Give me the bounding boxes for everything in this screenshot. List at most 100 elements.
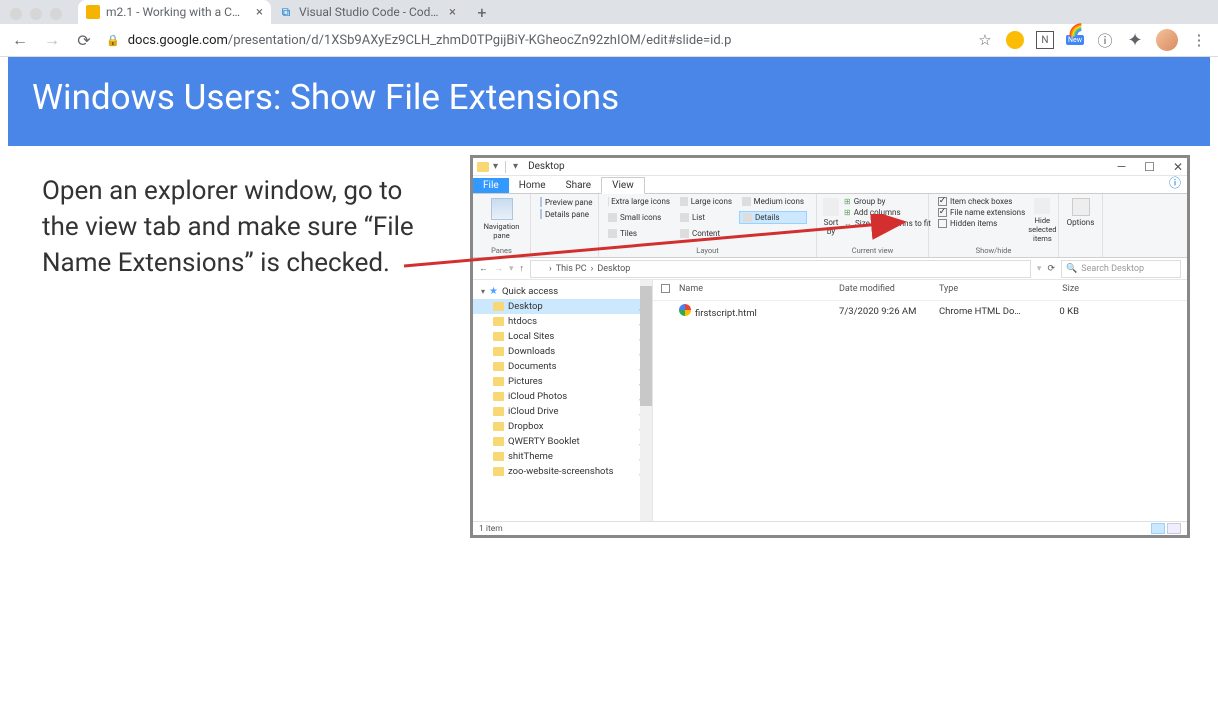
sidebar-item[interactable]: Documents📌	[473, 359, 652, 374]
window-controls	[10, 8, 62, 20]
tab-share[interactable]: Share	[556, 178, 601, 193]
star-icon[interactable]: ☆	[976, 31, 994, 49]
up-icon[interactable]: ↑	[520, 263, 525, 274]
layout-small[interactable]: Small icons	[605, 211, 673, 224]
sidebar-item[interactable]: QWERTY Booklet📌	[473, 434, 652, 449]
size-columns-button[interactable]: ↔Size all columns to fit	[841, 218, 934, 229]
explorer-window: ▾ ▾ Desktop — ☐ ✕ File Home Share View ⓘ…	[470, 155, 1190, 538]
item-checkboxes-toggle[interactable]: Item check boxes	[935, 196, 1028, 207]
sidebar-item[interactable]: iCloud Photos📌	[473, 389, 652, 404]
sidebar-item[interactable]: Desktop📌	[473, 299, 652, 314]
hidden-items-toggle[interactable]: Hidden items	[935, 218, 1028, 229]
details-view-button[interactable]	[1151, 523, 1165, 534]
folder-icon	[493, 452, 504, 461]
layout-details[interactable]: Details	[739, 211, 807, 224]
layout-list[interactable]: List	[677, 211, 735, 224]
sort-by-button[interactable]: Sort by	[823, 218, 839, 236]
close-icon[interactable]: ×	[256, 5, 263, 20]
info-icon[interactable]: ⓘ	[1096, 31, 1114, 49]
layout-medium[interactable]: Medium icons	[739, 196, 807, 207]
nav-pane-button[interactable]: Navigation pane	[479, 222, 524, 240]
group-by-button[interactable]: ⊞Group by	[841, 196, 934, 207]
tab-strip: m2.1 - Working with a Code Ed × ⧉ Visual…	[0, 0, 1218, 24]
sidebar-item[interactable]: shitTheme📌	[473, 449, 652, 464]
back-icon[interactable]: ←	[10, 30, 30, 50]
explorer-titlebar: ▾ ▾ Desktop — ☐ ✕	[473, 158, 1187, 176]
breadcrumb[interactable]: › This PC › Desktop	[530, 260, 1031, 278]
tab-vscode[interactable]: ⧉ Visual Studio Code - Code Edi ×	[271, 0, 464, 24]
maximize-icon[interactable]: ☐	[1144, 160, 1155, 174]
close-dot[interactable]	[10, 8, 22, 20]
large-icons-view-button[interactable]	[1167, 523, 1181, 534]
crumb-this-pc[interactable]: This PC	[556, 264, 587, 274]
col-name[interactable]: Name	[679, 284, 839, 296]
preview-pane-button[interactable]: Preview pane	[537, 196, 592, 208]
search-input[interactable]: 🔍 Search Desktop	[1061, 260, 1181, 278]
browser-chrome: m2.1 - Working with a Code Ed × ⧉ Visual…	[0, 0, 1218, 57]
hide-selected-button[interactable]: Hide selected items	[1028, 216, 1056, 243]
layout-extra-large[interactable]: Extra large icons	[605, 196, 673, 207]
sidebar-item[interactable]: htdocs📌	[473, 314, 652, 329]
select-all-checkbox[interactable]	[661, 284, 670, 293]
refresh-icon[interactable]: ⟳	[1047, 264, 1055, 274]
minimize-dot[interactable]	[30, 8, 42, 20]
tab-slides[interactable]: m2.1 - Working with a Code Ed ×	[78, 0, 271, 24]
folder-icon	[493, 467, 504, 476]
layout-content[interactable]: Content	[677, 228, 735, 239]
chevron-down-icon[interactable]: ▾	[493, 161, 498, 172]
url-input[interactable]: 🔒 docs.google.com/presentation/d/1XSb9AX…	[106, 33, 964, 48]
recent-icon[interactable]: ▾	[509, 264, 514, 274]
dropdown-icon[interactable]: ▾	[1037, 264, 1042, 274]
slide-instruction: Open an explorer window, go to the view …	[42, 174, 442, 282]
details-pane-icon	[540, 209, 542, 219]
sidebar-item[interactable]: zoo-website-screenshots📌	[473, 464, 652, 479]
sidebar-quick-access[interactable]: ▾ ★ Quick access	[473, 284, 652, 299]
forward-icon[interactable]: →	[42, 30, 62, 50]
navigation-pane-icon[interactable]	[491, 198, 513, 220]
extension-icon[interactable]: N	[1036, 31, 1054, 49]
explorer-address-bar: ← → ▾ ↑ › This PC › Desktop ▾ ⟳ 🔍 Search…	[473, 258, 1187, 280]
tab-home[interactable]: Home	[509, 178, 556, 193]
back-icon[interactable]: ←	[479, 263, 488, 274]
folder-icon	[493, 302, 504, 311]
menu-icon[interactable]: ⋮	[1190, 31, 1208, 49]
folder-icon	[493, 332, 504, 341]
sidebar-scrollbar[interactable]	[640, 280, 652, 521]
col-type[interactable]: Type	[939, 284, 1029, 296]
sidebar-item[interactable]: Downloads📌	[473, 344, 652, 359]
search-icon: 🔍	[1066, 264, 1077, 274]
profile-avatar[interactable]	[1156, 29, 1178, 51]
layout-tiles[interactable]: Tiles	[605, 228, 673, 239]
close-icon[interactable]: ×	[449, 5, 456, 20]
details-pane-button[interactable]: Details pane	[537, 208, 592, 220]
options-button[interactable]: Options	[1065, 218, 1096, 227]
group-label-current: Current view	[823, 246, 922, 255]
file-row[interactable]: firstscript.html7/3/2020 9:26 AMChrome H…	[653, 301, 1187, 322]
sidebar-item[interactable]: Local Sites📌	[473, 329, 652, 344]
toolbar-right: ☆ N New ⓘ ✦ ⋮	[976, 29, 1208, 51]
sidebar-item[interactable]: Dropbox📌	[473, 419, 652, 434]
sidebar-item[interactable]: iCloud Drive📌	[473, 404, 652, 419]
column-headers: Name Date modified Type Size	[653, 280, 1187, 301]
extension-icon[interactable]	[1006, 31, 1024, 49]
zoom-dot[interactable]	[50, 8, 62, 20]
tab-view[interactable]: View	[601, 177, 645, 194]
folder-icon	[493, 317, 504, 326]
tab-file[interactable]: File	[473, 178, 509, 193]
col-date[interactable]: Date modified	[839, 284, 939, 296]
add-columns-button[interactable]: ⊞Add columns	[841, 207, 934, 218]
col-size[interactable]: Size	[1029, 284, 1079, 296]
extension-icon[interactable]: New	[1066, 31, 1084, 49]
forward-icon[interactable]: →	[494, 263, 503, 274]
help-icon[interactable]: ⓘ	[1163, 172, 1187, 193]
chrome-file-icon	[679, 304, 691, 316]
sidebar-item[interactable]: Pictures📌	[473, 374, 652, 389]
new-tab-button[interactable]: +	[472, 2, 492, 22]
extensions-icon[interactable]: ✦	[1126, 31, 1144, 49]
minimize-icon[interactable]: —	[1117, 160, 1126, 174]
reload-icon[interactable]: ⟳	[74, 30, 94, 50]
slide-title: Windows Users: Show File Extensions	[32, 77, 1186, 118]
crumb-desktop[interactable]: Desktop	[597, 264, 630, 274]
file-name-extensions-toggle[interactable]: File name extensions	[935, 207, 1028, 218]
layout-large[interactable]: Large icons	[677, 196, 735, 207]
